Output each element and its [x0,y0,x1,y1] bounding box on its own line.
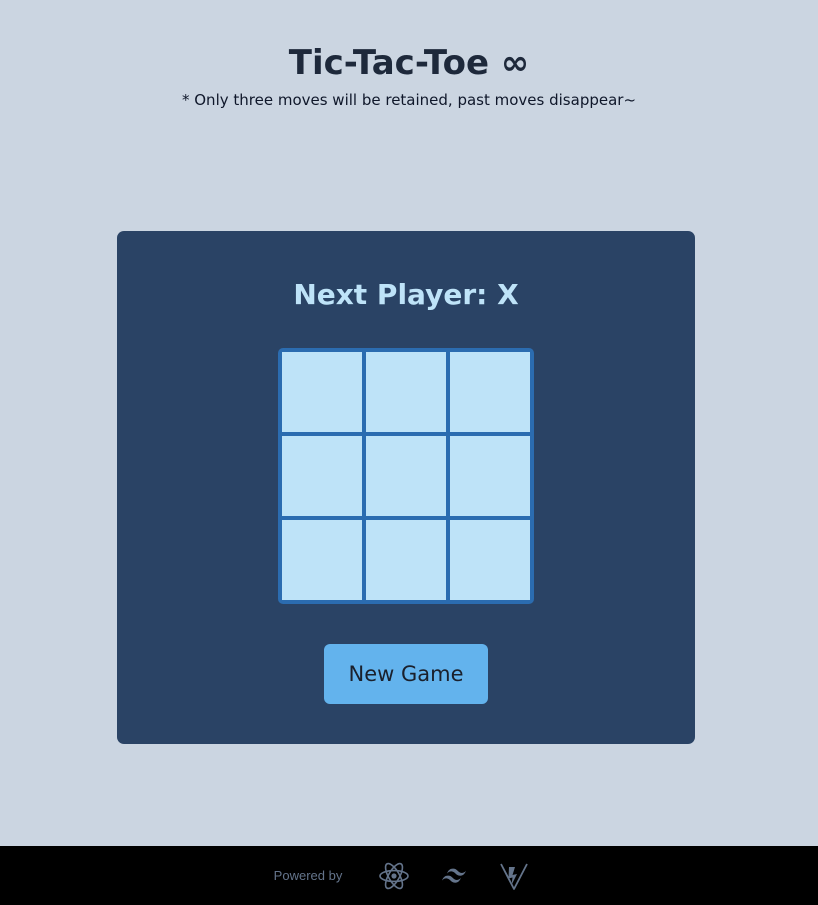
header: Tic-Tac-Toe ∞ * Only three moves will be… [0,40,818,112]
game-card: Next Player: X New Game [117,231,695,744]
board-cell-3[interactable] [450,352,530,432]
page-title: Tic-Tac-Toe ∞ [288,43,530,83]
board-cell-2[interactable] [366,352,446,432]
footer: Powered by [0,846,818,905]
page: Tic-Tac-Toe ∞ * Only three moves will be… [0,0,818,905]
board-cell-8[interactable] [366,520,446,600]
tailwind-icon[interactable] [437,859,471,893]
next-player-status: Next Player: X [293,278,519,311]
vite-icon[interactable] [497,859,531,893]
page-subtitle: * Only three moves will be retained, pas… [181,91,637,109]
react-icon[interactable] [377,859,411,893]
board-cell-1[interactable] [282,352,362,432]
board-cell-9[interactable] [450,520,530,600]
board-cell-7[interactable] [282,520,362,600]
game-board [278,348,534,604]
board-cell-6[interactable] [450,436,530,516]
board-cell-5[interactable] [366,436,446,516]
powered-by-label: Powered by [273,868,343,883]
board-cell-4[interactable] [282,436,362,516]
new-game-button[interactable]: New Game [324,644,488,704]
